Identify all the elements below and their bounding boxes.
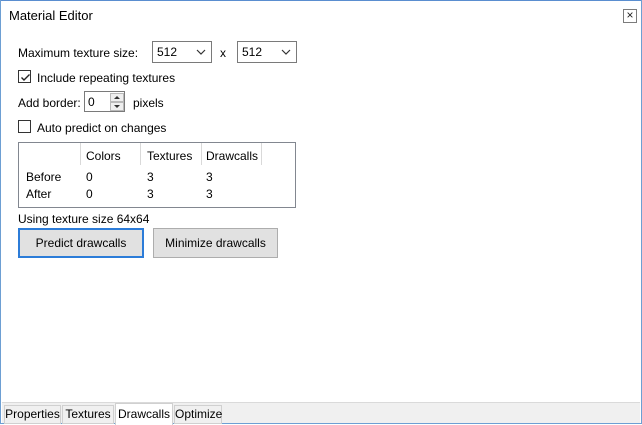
repeating-textures-checkbox[interactable] [18, 70, 31, 83]
border-value: 0 [88, 95, 95, 109]
tab-bar: Properties Textures Drawcalls Optimize [2, 402, 640, 425]
row-label-before: Before [26, 170, 62, 184]
column-header-textures: Textures [147, 149, 193, 163]
material-editor-window: Material Editor × Maximum texture size: … [0, 0, 642, 425]
column-header-colors: Colors [86, 149, 121, 163]
auto-predict-checkbox[interactable] [18, 120, 31, 133]
spin-up-arrow-icon[interactable] [110, 93, 124, 102]
close-icon: × [626, 8, 634, 22]
size-separator: x [220, 46, 226, 60]
tab-optimize[interactable]: Optimize [174, 405, 222, 424]
texture-width-dropdown[interactable]: 512 [152, 41, 212, 63]
repeating-textures-label: Include repeating textures [37, 71, 176, 85]
auto-predict-label: Auto predict on changes [37, 121, 167, 135]
chevron-down-icon [281, 49, 291, 55]
title-bar[interactable]: Material Editor × [1, 0, 641, 32]
after-colors: 0 [86, 187, 93, 201]
max-texture-size-label: Maximum texture size: [18, 46, 139, 60]
texture-size-status: Using texture size 64x64 [18, 212, 150, 226]
drawcall-stats-table: Colors Textures Drawcalls Before 0 3 3 A… [18, 142, 296, 208]
chevron-down-icon [196, 49, 206, 55]
column-divider [140, 143, 141, 165]
column-divider [80, 143, 81, 165]
texture-height-value: 512 [242, 45, 263, 59]
predict-drawcalls-button[interactable]: Predict drawcalls [18, 228, 144, 258]
column-header-drawcalls: Drawcalls [206, 149, 259, 163]
checkmark-icon [21, 74, 30, 81]
border-spinner[interactable]: 0 [84, 91, 125, 112]
tab-drawcalls[interactable]: Drawcalls [115, 403, 173, 425]
texture-height-dropdown[interactable]: 512 [237, 41, 297, 63]
after-drawcalls: 3 [206, 187, 213, 201]
minimize-drawcalls-button[interactable]: Minimize drawcalls [153, 228, 278, 258]
drawcalls-panel: Maximum texture size: 512 x 512 Include … [2, 32, 640, 402]
before-colors: 0 [86, 170, 93, 184]
texture-width-value: 512 [157, 45, 178, 59]
before-textures: 3 [147, 170, 154, 184]
close-button[interactable]: × [623, 9, 637, 23]
add-border-label: Add border: [18, 96, 81, 110]
tab-properties[interactable]: Properties [4, 405, 61, 424]
after-textures: 3 [147, 187, 154, 201]
window-title: Material Editor [9, 8, 93, 23]
border-unit-label: pixels [133, 96, 164, 110]
row-label-after: After [26, 187, 52, 201]
column-divider [201, 143, 202, 165]
column-divider [261, 143, 262, 165]
spin-down-arrow-icon[interactable] [110, 102, 124, 111]
before-drawcalls: 3 [206, 170, 213, 184]
tab-textures[interactable]: Textures [62, 405, 114, 424]
